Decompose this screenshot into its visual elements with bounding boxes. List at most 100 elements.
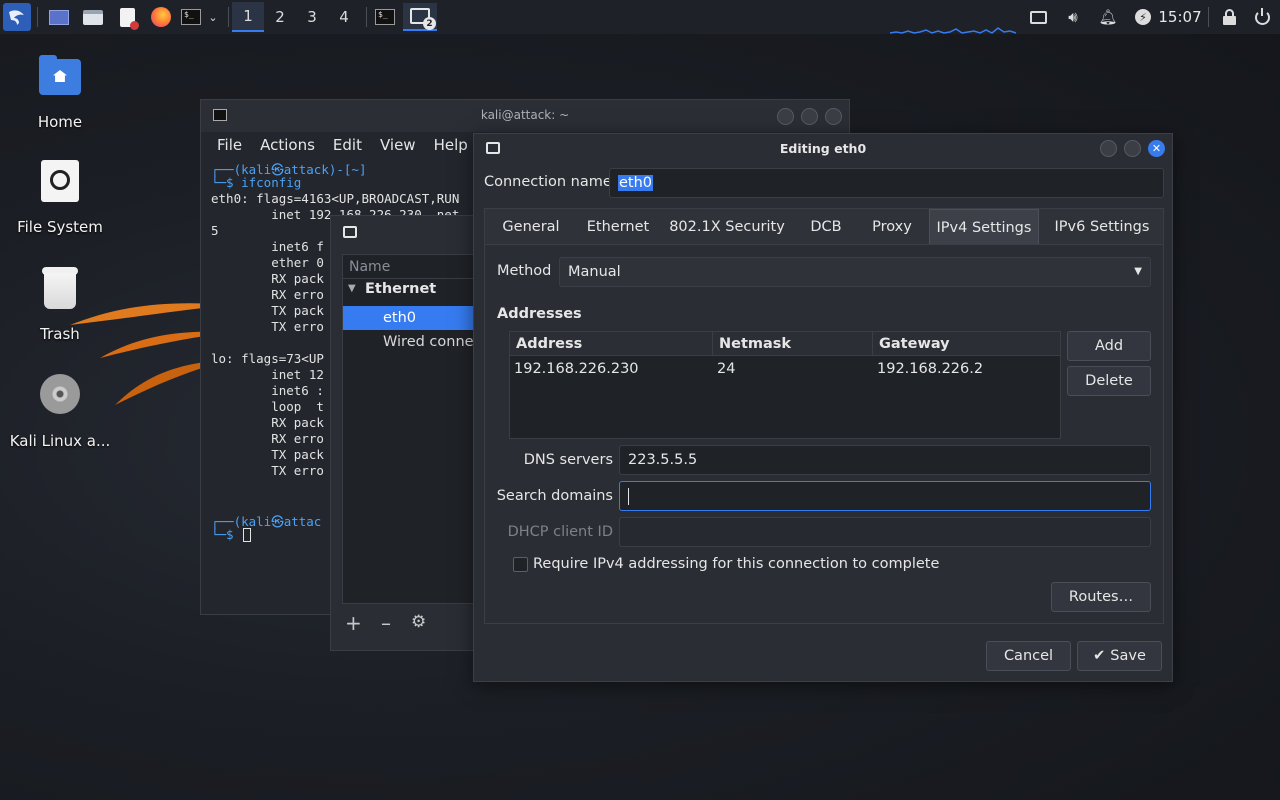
search-domains-label: Search domains (496, 488, 613, 504)
taskbar-terminal-window[interactable]: $_ (372, 3, 398, 31)
tab-general[interactable]: General (485, 209, 577, 245)
display-tray-button[interactable] (1026, 3, 1050, 31)
workspace-4[interactable]: 4 (328, 2, 360, 32)
output-line: inet 12 (211, 367, 324, 382)
cell-gateway[interactable]: 192.168.226.2 (877, 361, 983, 377)
tab-ethernet[interactable]: Ethernet (577, 209, 659, 245)
taskbar-network-window[interactable]: 2 (403, 3, 437, 31)
close-button[interactable] (825, 108, 842, 125)
terminal-icon: $_ (375, 9, 395, 25)
menu-actions[interactable]: Actions (260, 136, 315, 154)
method-dropdown[interactable]: Manual ▼ (559, 257, 1151, 287)
terminal-cursor (243, 528, 251, 542)
kali-menu-button[interactable] (3, 3, 31, 31)
volume-tray-button[interactable]: 🔊︎ (1061, 3, 1085, 31)
cpu-graph (890, 27, 1017, 34)
output-line: inet6 : (211, 383, 324, 398)
tab-ipv6-settings[interactable]: IPv6 Settings (1045, 209, 1159, 245)
terminal-titlebar[interactable]: kali@attack: ~ (201, 100, 849, 132)
clock[interactable]: 15:07 (1158, 3, 1201, 31)
home-folder-icon (36, 55, 84, 103)
lock-icon (1222, 9, 1236, 25)
column-header-address[interactable]: Address (510, 332, 713, 356)
output-line: RX pack (211, 415, 324, 430)
column-header-gateway[interactable]: Gateway (873, 332, 1060, 356)
dropdown-arrow-icon: ▼ (1134, 266, 1142, 277)
menu-file[interactable]: File (217, 136, 242, 154)
terminal-launcher[interactable]: $_ (179, 3, 203, 31)
cell-address[interactable]: 192.168.226.230 (514, 361, 639, 377)
maximize-button[interactable] (801, 108, 818, 125)
power-manager-tray-button[interactable]: ⚡︎ (1131, 3, 1155, 31)
gear-icon[interactable]: ⚙︎ (411, 612, 426, 632)
delete-address-button[interactable]: Delete (1067, 366, 1151, 396)
dialog-titlebar[interactable]: Editing eth0 ✕ (474, 134, 1172, 164)
dns-servers-input[interactable]: 223.5.5.5 (619, 445, 1151, 475)
firefox-launcher[interactable] (148, 3, 174, 31)
table-row[interactable]: 192.168.226.230 24 192.168.226.2 (510, 356, 1060, 382)
workspace-2[interactable]: 2 (264, 2, 296, 32)
workspace-1[interactable]: 1 (232, 2, 264, 32)
cell-netmask[interactable]: 24 (717, 361, 735, 377)
require-ipv4-label[interactable]: Require IPv4 addressing for this connect… (533, 556, 939, 572)
network-connections-window[interactable]: Name ▼ Ethernet eth0 Wired connect + – ⚙… (330, 215, 487, 651)
edit-connection-dialog[interactable]: Editing eth0 ✕ Connection name eth0 Gene… (473, 133, 1173, 682)
chevron-down-icon: ⌄ (208, 10, 218, 24)
save-button[interactable]: ✔ Save (1077, 641, 1162, 671)
minimize-button[interactable] (1100, 140, 1117, 157)
text-editor-launcher[interactable] (114, 3, 140, 31)
column-header-name[interactable]: Name (343, 255, 476, 279)
checkmark-icon: ✔ (1093, 648, 1106, 664)
method-label: Method (497, 263, 552, 279)
tab-ipv4-settings[interactable]: IPv4 Settings (929, 209, 1039, 245)
add-address-button[interactable]: Add (1067, 331, 1151, 361)
output-line: lo: flags=73<UP (211, 351, 324, 366)
logout-button[interactable] (1250, 3, 1274, 31)
terminal-dropdown-button[interactable]: ⌄ (204, 3, 222, 31)
file-manager-launcher[interactable] (80, 3, 106, 31)
desktop-icon-home[interactable]: Home (0, 55, 120, 131)
network-icon: 2 (410, 8, 436, 30)
menu-edit[interactable]: Edit (333, 136, 362, 154)
close-icon: ✕ (1151, 142, 1162, 155)
minimize-button[interactable] (777, 108, 794, 125)
output-line: ether 0 (211, 255, 324, 270)
connection-item-wired[interactable]: Wired connect (383, 334, 487, 350)
tab-dcb[interactable]: DCB (795, 209, 857, 245)
addresses-table[interactable]: Address Netmask Gateway 192.168.226.230 … (509, 331, 1061, 439)
firefox-icon (151, 7, 171, 27)
connection-item-eth0[interactable]: eth0 (343, 306, 476, 330)
power-icon (1254, 7, 1270, 25)
search-domains-input[interactable] (619, 481, 1151, 511)
notifications-tray-button[interactable]: 🔔︎ (1096, 3, 1120, 31)
dhcp-client-id-input[interactable] (619, 517, 1151, 547)
menu-view[interactable]: View (380, 136, 416, 154)
lightning-icon: ⚡︎ (1135, 9, 1151, 25)
desktop-icon-file-system[interactable]: File System (0, 160, 120, 236)
expander-arrow-icon[interactable]: ▼ (348, 283, 356, 294)
show-desktop-button[interactable] (46, 3, 72, 31)
column-header-netmask[interactable]: Netmask (713, 332, 873, 356)
window-count-badge: 2 (423, 17, 436, 30)
top-panel: $_ ⌄ 1 2 3 4 $_ 2 🔊︎ 🔔︎ ⚡︎ 15:07 (0, 0, 1280, 34)
add-connection-button[interactable]: + (345, 611, 362, 635)
workspace-3[interactable]: 3 (296, 2, 328, 32)
cancel-button[interactable]: Cancel (986, 641, 1071, 671)
tab-8021x-security[interactable]: 802.1X Security (659, 209, 795, 245)
connection-list[interactable]: Name ▼ Ethernet eth0 Wired connect (342, 254, 487, 604)
desktop-icon-trash[interactable]: Trash (0, 267, 120, 343)
menu-help[interactable]: Help (434, 136, 468, 154)
maximize-button[interactable] (1124, 140, 1141, 157)
bell-icon: 🔔︎ (1098, 8, 1118, 26)
trash-icon (36, 267, 84, 315)
require-ipv4-checkbox[interactable] (513, 557, 528, 572)
remove-connection-button[interactable]: – (381, 611, 391, 635)
output-line: RX erro (211, 431, 324, 446)
connection-name-input[interactable]: eth0 (609, 168, 1164, 198)
output-line: eth0: flags=4163<UP,BROADCAST,RUN (211, 191, 460, 206)
lock-screen-button[interactable] (1218, 3, 1240, 31)
routes-button[interactable]: Routes… (1051, 582, 1151, 612)
desktop-icon-kali-disc[interactable]: Kali Linux a... (0, 374, 120, 450)
close-button[interactable]: ✕ (1148, 140, 1165, 157)
tab-proxy[interactable]: Proxy (857, 209, 927, 245)
